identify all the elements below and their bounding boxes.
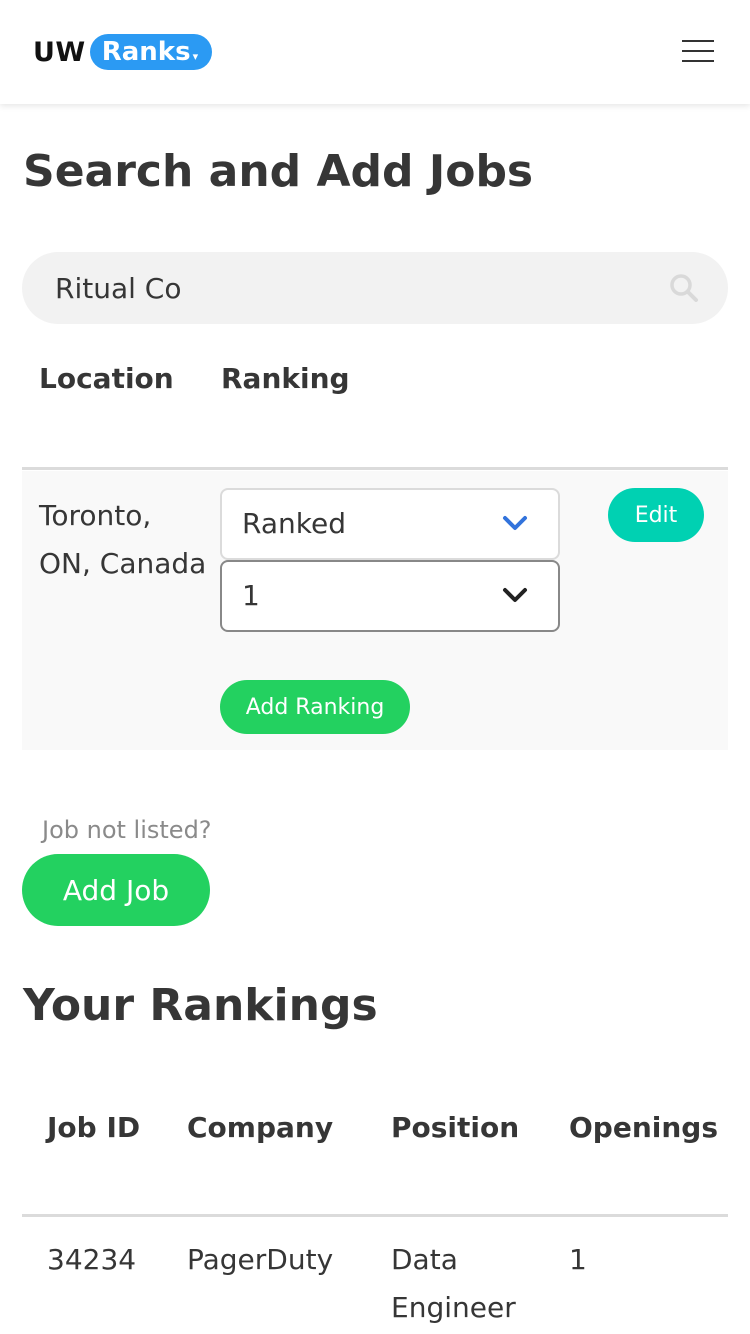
rank-select[interactable]: 1 <box>220 560 560 632</box>
cell-job-id: 34234 <box>47 1243 137 1276</box>
chevron-down-icon <box>503 516 527 530</box>
table-divider <box>22 467 728 470</box>
status-select[interactable]: Ranked <box>220 488 560 560</box>
column-header-openings: Openings <box>569 1111 719 1144</box>
brand-caret-icon: ▾ <box>192 49 199 63</box>
rank-select-value: 1 <box>242 579 260 612</box>
column-header-job-id: Job ID <box>47 1111 141 1144</box>
chevron-down-icon <box>503 588 527 602</box>
brand-ranks-pill: Ranks ▾ <box>89 34 213 70</box>
brand-uw-text: UW <box>33 36 86 68</box>
navbar: UW Ranks ▾ <box>0 0 750 104</box>
rankings-title: Your Rankings <box>23 980 378 1031</box>
status-select-value: Ranked <box>242 507 346 540</box>
brand-logo[interactable]: UW Ranks ▾ <box>33 34 213 70</box>
job-not-listed-text: Job not listed? <box>42 816 212 844</box>
page-title: Search and Add Jobs <box>23 146 534 197</box>
add-job-button[interactable]: Add Job <box>22 854 210 926</box>
brand-ranks-text: Ranks <box>101 37 191 67</box>
column-header-ranking: Ranking <box>221 362 350 395</box>
table-divider <box>22 1214 728 1217</box>
column-header-location: Location <box>39 362 174 395</box>
search-input[interactable] <box>55 252 655 324</box>
location-cell: Toronto, ON, Canada <box>39 499 207 580</box>
search-icon[interactable] <box>668 272 700 304</box>
column-header-position: Position <box>391 1111 520 1144</box>
search-bar <box>22 252 728 324</box>
cell-openings: 1 <box>569 1243 587 1276</box>
add-ranking-button[interactable]: Add Ranking <box>220 680 410 734</box>
hamburger-icon[interactable] <box>682 40 714 64</box>
cell-position: Data Engineer <box>391 1243 516 1324</box>
edit-button[interactable]: Edit <box>608 488 704 542</box>
cell-company: PagerDuty <box>187 1243 334 1276</box>
column-header-company: Company <box>187 1111 334 1144</box>
